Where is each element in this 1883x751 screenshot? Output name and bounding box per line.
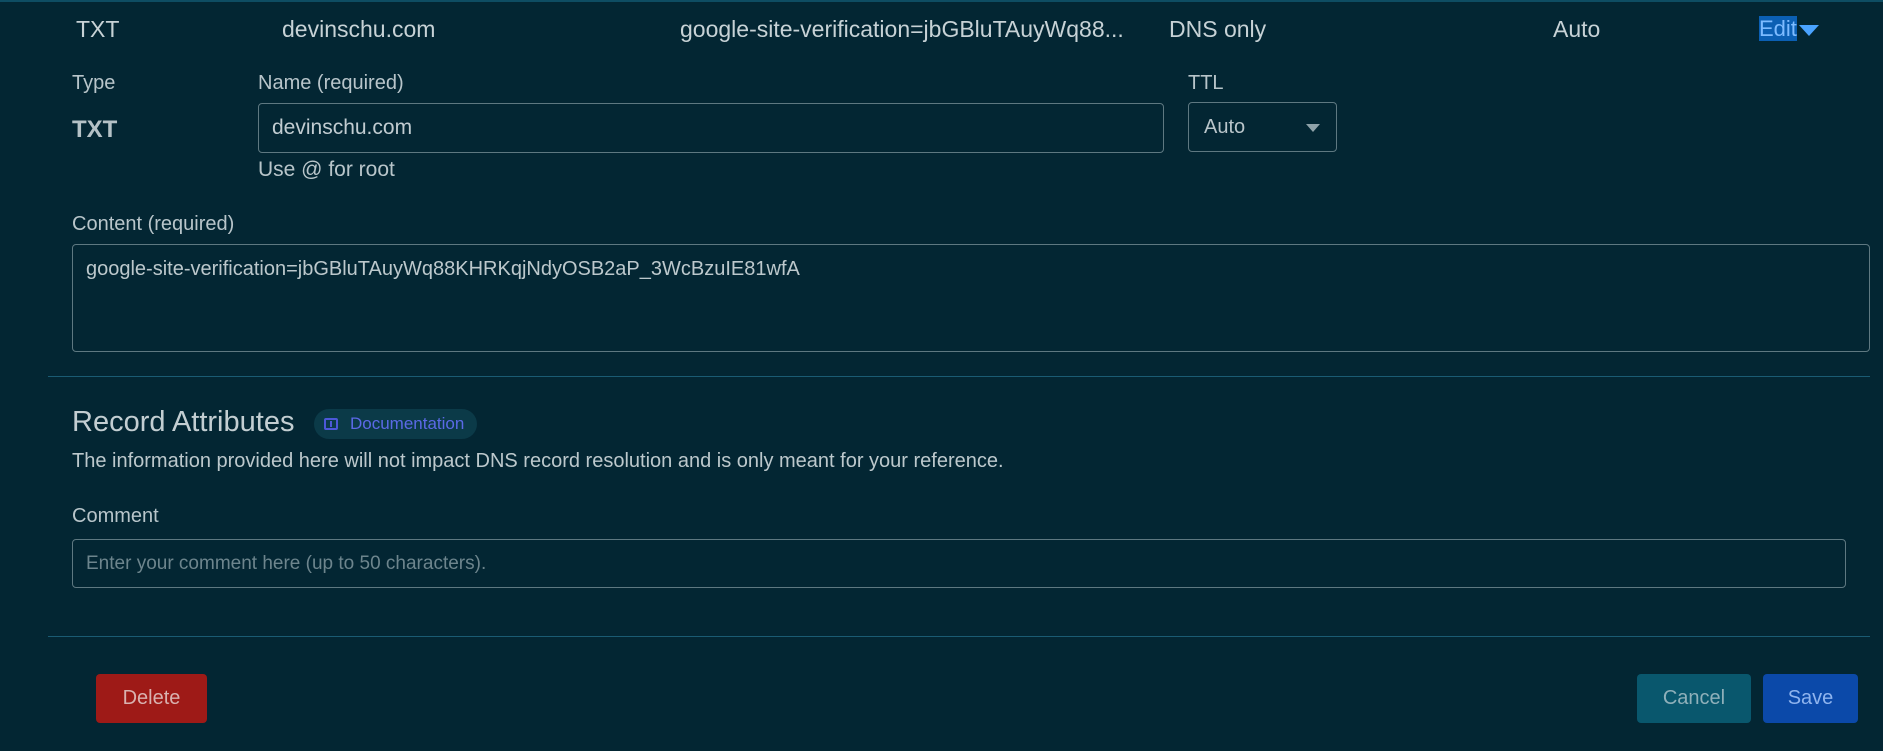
chevron-down-icon: [1306, 124, 1320, 132]
edit-link[interactable]: Edit: [1759, 16, 1797, 42]
record-type-cell: TXT: [76, 16, 120, 42]
record-ttl-cell: Auto: [1553, 16, 1601, 42]
name-input[interactable]: [258, 103, 1164, 153]
record-name-cell: devinschu.com: [282, 16, 436, 42]
cancel-button[interactable]: Cancel: [1637, 674, 1751, 723]
ttl-selected-value: Auto: [1204, 115, 1246, 138]
comment-label: Comment: [72, 505, 159, 527]
top-divider: [0, 0, 1883, 2]
ttl-select[interactable]: Auto: [1188, 102, 1337, 152]
name-hint: Use @ for root: [258, 158, 395, 181]
section-divider: [48, 376, 1870, 377]
documentation-link[interactable]: Documentation: [314, 409, 478, 439]
record-attributes-title: Record Attributes: [72, 406, 295, 438]
delete-button[interactable]: Delete: [96, 674, 207, 723]
name-label: Name (required): [258, 72, 404, 94]
comment-input[interactable]: [72, 539, 1846, 588]
content-textarea[interactable]: google-site-verification=jbGBluTAuyWq88K…: [72, 244, 1870, 352]
type-label: Type: [72, 72, 116, 94]
actions-divider: [48, 636, 1870, 637]
type-value: TXT: [72, 116, 118, 143]
caret-up-icon[interactable]: [1798, 24, 1819, 36]
ttl-label: TTL: [1188, 72, 1224, 94]
record-content-cell: google-site-verification=jbGBluTAuyWq88.…: [680, 16, 1124, 42]
edit-toggle[interactable]: Edit: [1759, 16, 1819, 42]
book-icon: [324, 418, 338, 430]
save-button[interactable]: Save: [1763, 674, 1858, 723]
content-label: Content (required): [72, 213, 235, 235]
documentation-link-label: Documentation: [350, 414, 465, 433]
attributes-description: The information provided here will not i…: [72, 450, 1004, 472]
record-proxy-status-cell: DNS only: [1169, 16, 1267, 42]
content-value: google-site-verification=jbGBluTAuyWq88K…: [86, 258, 800, 280]
